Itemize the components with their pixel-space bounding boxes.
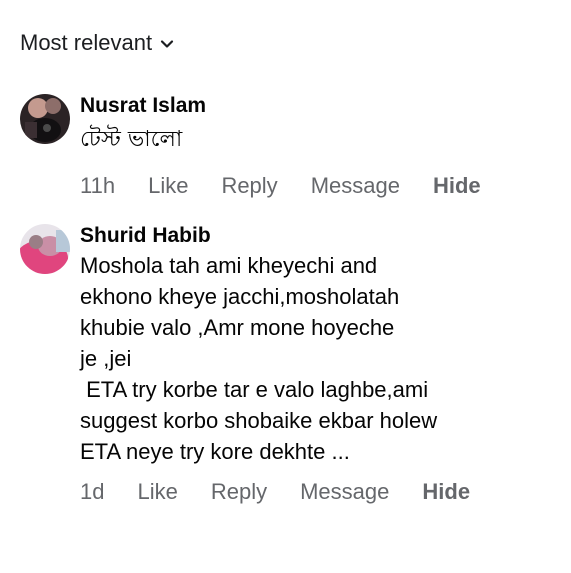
reply-button[interactable]: Reply: [221, 173, 277, 199]
reply-button[interactable]: Reply: [211, 479, 267, 505]
like-button[interactable]: Like: [137, 479, 177, 505]
message-button[interactable]: Message: [300, 479, 389, 505]
avatar[interactable]: [20, 94, 70, 144]
comment-text: Moshola tah ami kheyechi and ekhono khey…: [80, 253, 438, 464]
comment-text: টেস্ট ভালো: [80, 127, 183, 152]
chevron-down-icon: [160, 40, 174, 48]
sort-dropdown[interactable]: Most relevant: [20, 30, 174, 56]
like-button[interactable]: Like: [148, 173, 188, 199]
comment-author[interactable]: Nusrat Islam: [80, 94, 561, 118]
comment-author[interactable]: Shurid Habib: [80, 224, 561, 248]
comment-timestamp[interactable]: 1d: [80, 479, 104, 505]
hide-button[interactable]: Hide: [422, 479, 470, 505]
hide-button[interactable]: Hide: [433, 173, 481, 199]
sort-label: Most relevant: [20, 30, 153, 55]
comment-timestamp[interactable]: 11h: [80, 173, 115, 199]
avatar[interactable]: [20, 224, 70, 274]
message-button[interactable]: Message: [311, 173, 400, 199]
